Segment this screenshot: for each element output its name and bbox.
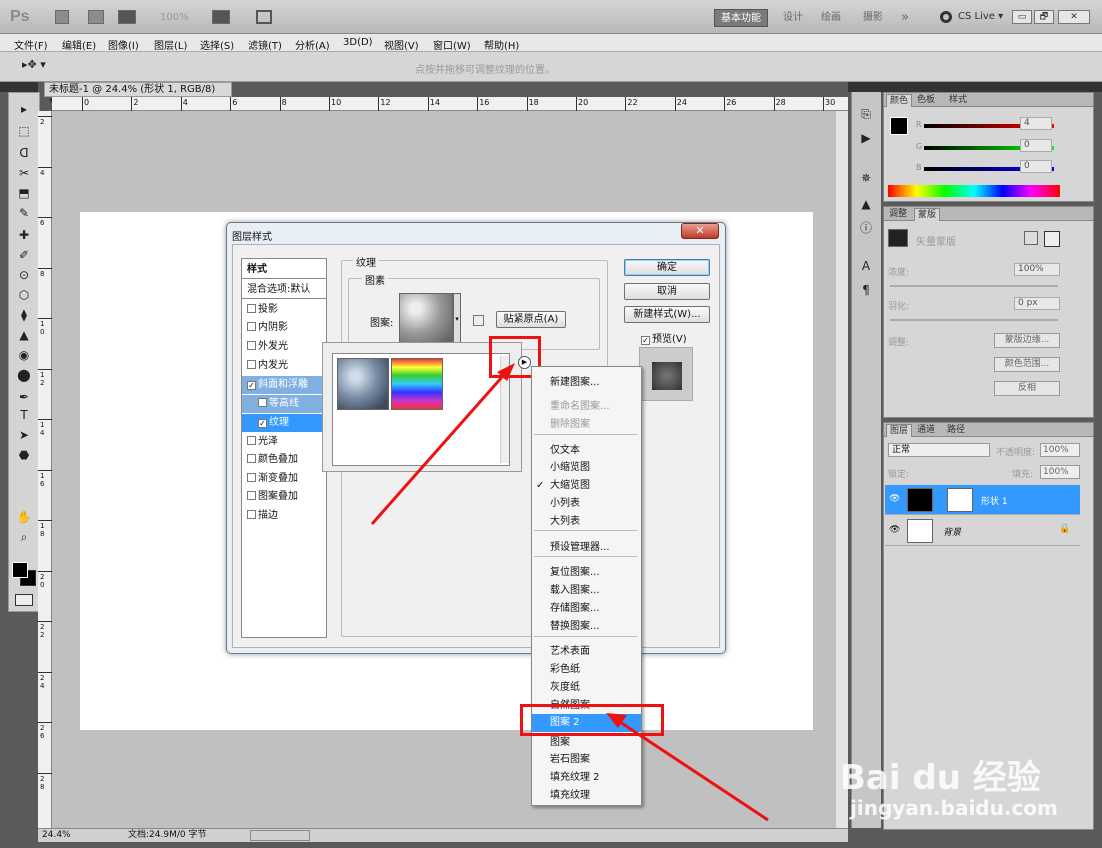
density-slider[interactable] xyxy=(890,285,1058,287)
tab-adjustments[interactable]: 调整 xyxy=(886,208,910,221)
adjust-label: 调整: xyxy=(888,338,910,348)
lock-label: 锁定: xyxy=(888,470,910,480)
tab-color[interactable]: 颜色 xyxy=(886,94,913,107)
tab-masks[interactable]: 蒙版 xyxy=(914,208,941,221)
panel-fg-swatch[interactable] xyxy=(890,117,908,135)
layer-thumbnail xyxy=(907,519,933,543)
mask-title: 矢量蒙版 xyxy=(916,237,956,248)
fill-field[interactable]: 100% xyxy=(1040,465,1080,479)
history-panel-icon[interactable]: ⎘ xyxy=(857,106,875,122)
visibility-eye-icon[interactable]: 👁 xyxy=(889,494,900,504)
color-spectrum[interactable] xyxy=(888,185,1060,197)
brush-preset-icon[interactable]: ✵ xyxy=(857,170,875,186)
info-panel-icon[interactable]: ⓘ xyxy=(857,220,875,236)
blue-label: B xyxy=(916,163,922,172)
vector-mask-icon[interactable] xyxy=(888,229,908,247)
tab-styles[interactable]: 样式 xyxy=(946,94,970,107)
feather-label: 羽化: xyxy=(888,302,910,312)
mask-edge-button[interactable]: 蒙版边缘... xyxy=(994,333,1060,348)
watermark-url: jingyan.baidu.com xyxy=(850,796,1058,820)
red-label: R xyxy=(916,120,922,129)
red-value[interactable]: 4 xyxy=(1020,117,1052,130)
annotation-arrow-2 xyxy=(613,716,769,822)
density-value[interactable]: 100% xyxy=(1014,263,1060,276)
opacity-label: 不透明度: xyxy=(996,448,1036,458)
masks-panel: 调整 蒙版 矢量蒙版 浓度: 100% 羽化: 0 px 调整: 蒙版边缘...… xyxy=(883,206,1094,418)
tab-swatches[interactable]: 色板 xyxy=(914,94,938,107)
opacity-field[interactable]: 100% xyxy=(1040,443,1080,457)
clone-source-icon[interactable]: ▲ xyxy=(857,196,875,212)
annotation-arrow-1 xyxy=(370,367,512,525)
color-panel: 颜色 色板 样式 R 4 G 0 B 0 xyxy=(883,92,1094,202)
density-label: 浓度: xyxy=(888,268,910,278)
fill-label: 填充: xyxy=(1012,470,1034,480)
feather-slider[interactable] xyxy=(890,319,1058,321)
blend-mode-select[interactable]: 正常 xyxy=(888,443,990,457)
feather-value[interactable]: 0 px xyxy=(1014,297,1060,310)
blue-value[interactable]: 0 xyxy=(1020,160,1052,173)
visibility-eye-icon[interactable]: 👁 xyxy=(889,525,900,535)
actions-panel-icon[interactable]: ▶ xyxy=(857,130,875,146)
layer-row-background[interactable]: 👁 背景 🔒 xyxy=(885,516,1080,546)
add-vector-mask-icon[interactable] xyxy=(1044,231,1060,247)
add-pixel-mask-icon[interactable] xyxy=(1024,231,1038,245)
layer-name[interactable]: 形状 1 xyxy=(981,494,1008,507)
character-panel-icon[interactable]: A xyxy=(857,258,875,274)
tab-channels[interactable]: 通道 xyxy=(914,424,938,437)
lock-icon: 🔒 xyxy=(1059,524,1071,534)
layer-name[interactable]: 背景 xyxy=(943,525,961,538)
tab-layers[interactable]: 图层 xyxy=(886,424,913,437)
watermark-brand: Bai du 经验 xyxy=(840,758,1041,798)
layer-thumbnail xyxy=(907,488,933,512)
invert-button[interactable]: 反相 xyxy=(994,381,1060,396)
tab-paths[interactable]: 路径 xyxy=(944,424,968,437)
green-value[interactable]: 0 xyxy=(1020,139,1052,152)
color-range-button[interactable]: 颜色范围... xyxy=(994,357,1060,372)
green-label: G xyxy=(916,142,923,151)
vector-mask-thumbnail xyxy=(947,488,973,512)
paragraph-panel-icon[interactable]: ¶ xyxy=(857,282,875,298)
layer-row-shape-1[interactable]: 👁 形状 1 xyxy=(885,485,1080,515)
